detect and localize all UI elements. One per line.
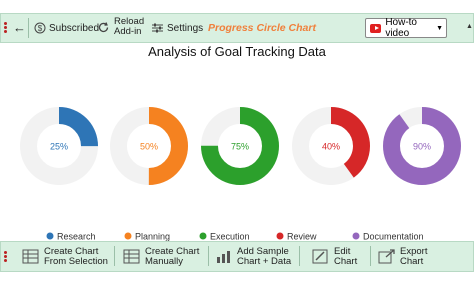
add-sample-line2: Chart + Data <box>237 256 292 267</box>
separator <box>370 246 371 266</box>
progress-ring-review: 40% <box>292 107 370 185</box>
legend-label: Execution <box>210 232 250 242</box>
legend-item-documentation: Documentation <box>352 232 424 242</box>
legend-item-planning: Planning <box>124 232 170 242</box>
separator <box>299 246 300 266</box>
legend-label: Research <box>57 232 96 242</box>
legend-item-research: Research <box>46 232 96 242</box>
ring-value-label: 90% <box>413 142 431 152</box>
create-manually-line2: Manually <box>145 256 184 267</box>
separator <box>208 246 209 266</box>
export-line2: Chart <box>400 256 424 267</box>
progress-circle-chart: 25% 50% 75% 40% 90% Research Planning Execution… <box>20 107 461 242</box>
edit-line2: Chart <box>334 256 358 267</box>
progress-ring-documentation: 90% <box>383 107 461 185</box>
legend-marker <box>46 232 54 240</box>
table-grid-icon <box>22 249 39 264</box>
create-chart-from-selection-button[interactable]: Create Chart From Selection <box>22 247 108 267</box>
ring-value-label: 75% <box>231 142 249 152</box>
export-icon <box>378 249 395 264</box>
legend-item-review: Review <box>276 232 317 242</box>
progress-ring-planning: 50% <box>110 107 188 185</box>
create-from-selection-line2: From Selection <box>44 256 108 267</box>
export-chart-button[interactable]: Export Chart <box>378 247 427 267</box>
bottom-ribbon: Create Chart From Selection Create Chart… <box>0 241 474 272</box>
progress-ring-research: 25% <box>20 107 98 185</box>
chart-edit-icon <box>312 249 328 264</box>
legend-label: Documentation <box>363 232 424 242</box>
legend-label: Planning <box>135 232 170 242</box>
legend-item-execution: Execution <box>199 232 250 242</box>
separator <box>114 246 115 266</box>
add-sample-chart-button[interactable]: Add Sample Chart + Data <box>215 247 291 267</box>
create-chart-manually-button[interactable]: Create Chart Manually <box>123 247 199 267</box>
chart-add-icon <box>217 251 230 263</box>
legend-marker <box>276 232 284 240</box>
drag-handle-icon[interactable] <box>4 250 7 263</box>
legend-marker <box>352 232 360 240</box>
legend-marker <box>199 232 207 240</box>
legend-marker <box>124 232 132 240</box>
ring-value-label: 25% <box>50 142 68 152</box>
progress-ring-execution: 75% <box>201 107 279 185</box>
legend-label: Review <box>287 232 317 242</box>
ring-value-label: 50% <box>140 142 158 152</box>
edit-chart-button[interactable]: Edit Chart <box>312 247 357 267</box>
table-edit-icon <box>123 249 140 264</box>
ring-value-label: 40% <box>322 142 340 152</box>
